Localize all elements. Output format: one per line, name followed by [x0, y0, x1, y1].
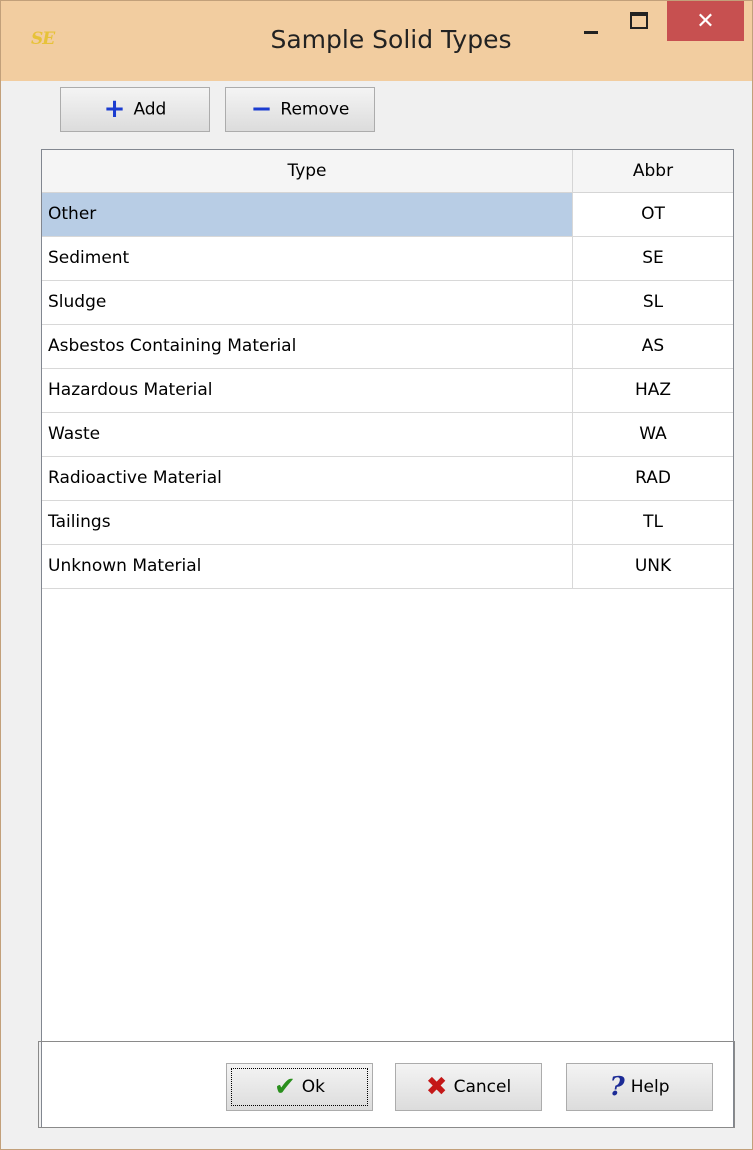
cell-type[interactable]: Waste — [42, 413, 573, 456]
dialog-content: + Add − Remove Type Abbr Other OT Sediment SE… — [1, 81, 752, 1149]
cell-type[interactable]: Sediment — [42, 237, 573, 280]
cell-abbr[interactable]: SE — [573, 237, 733, 280]
cell-type[interactable]: Hazardous Material — [42, 369, 573, 412]
cell-type[interactable]: Unknown Material — [42, 545, 573, 588]
table-row[interactable]: Unknown Material UNK — [42, 545, 733, 589]
table-row[interactable]: Tailings TL — [42, 501, 733, 545]
cell-type[interactable]: Radioactive Material — [42, 457, 573, 500]
cancel-label: Cancel — [453, 1077, 512, 1097]
cell-abbr[interactable]: RAD — [573, 457, 733, 500]
x-icon: ✖ — [425, 1072, 448, 1102]
column-header-abbr[interactable]: Abbr — [573, 150, 733, 192]
cell-abbr[interactable]: OT — [573, 193, 733, 236]
table-row[interactable]: Waste WA — [42, 413, 733, 457]
table-row[interactable]: Hazardous Material HAZ — [42, 369, 733, 413]
cell-abbr[interactable]: TL — [573, 501, 733, 544]
table-row[interactable]: Sludge SL — [42, 281, 733, 325]
cancel-button[interactable]: ✖ Cancel — [395, 1063, 542, 1111]
grid-header: Type Abbr — [42, 150, 733, 193]
ok-button[interactable]: ✔ Ok — [226, 1063, 373, 1111]
table-row[interactable]: Sediment SE — [42, 237, 733, 281]
cell-abbr[interactable]: HAZ — [573, 369, 733, 412]
dialog-window: SE Sample Solid Types ✕ + Add − Remove Typ… — [0, 0, 753, 1150]
table-row[interactable]: Radioactive Material RAD — [42, 457, 733, 501]
button-panel: ✔ Ok ✖ Cancel ? Help — [38, 1041, 735, 1128]
plus-icon: + — [103, 94, 126, 124]
help-button[interactable]: ? Help — [566, 1063, 713, 1111]
minimize-button[interactable] — [570, 1, 610, 43]
question-mark-icon: ? — [609, 1072, 625, 1102]
cell-abbr[interactable]: SL — [573, 281, 733, 324]
solid-types-grid[interactable]: Type Abbr Other OT Sediment SE Sludge SL Asbes… — [41, 149, 734, 1128]
cell-abbr[interactable]: AS — [573, 325, 733, 368]
column-header-type[interactable]: Type — [42, 150, 573, 192]
focus-rect — [231, 1068, 368, 1106]
table-row[interactable]: Asbestos Containing Material AS — [42, 325, 733, 369]
table-row[interactable]: Other OT — [42, 193, 733, 237]
cell-type[interactable]: Other — [42, 193, 573, 236]
maximize-button[interactable] — [618, 1, 658, 43]
title-bar[interactable]: SE Sample Solid Types ✕ — [1, 1, 752, 81]
help-label: Help — [630, 1077, 670, 1097]
cell-type[interactable]: Asbestos Containing Material — [42, 325, 573, 368]
cell-abbr[interactable]: UNK — [573, 545, 733, 588]
minus-icon: − — [250, 94, 273, 124]
remove-button[interactable]: − Remove — [225, 87, 375, 132]
close-button[interactable]: ✕ — [667, 1, 744, 41]
remove-label: Remove — [280, 99, 350, 120]
cell-abbr[interactable]: WA — [573, 413, 733, 456]
add-label: Add — [133, 99, 167, 120]
add-button[interactable]: + Add — [60, 87, 210, 132]
cell-type[interactable]: Sludge — [42, 281, 573, 324]
cell-type[interactable]: Tailings — [42, 501, 573, 544]
close-icon: ✕ — [696, 9, 715, 34]
